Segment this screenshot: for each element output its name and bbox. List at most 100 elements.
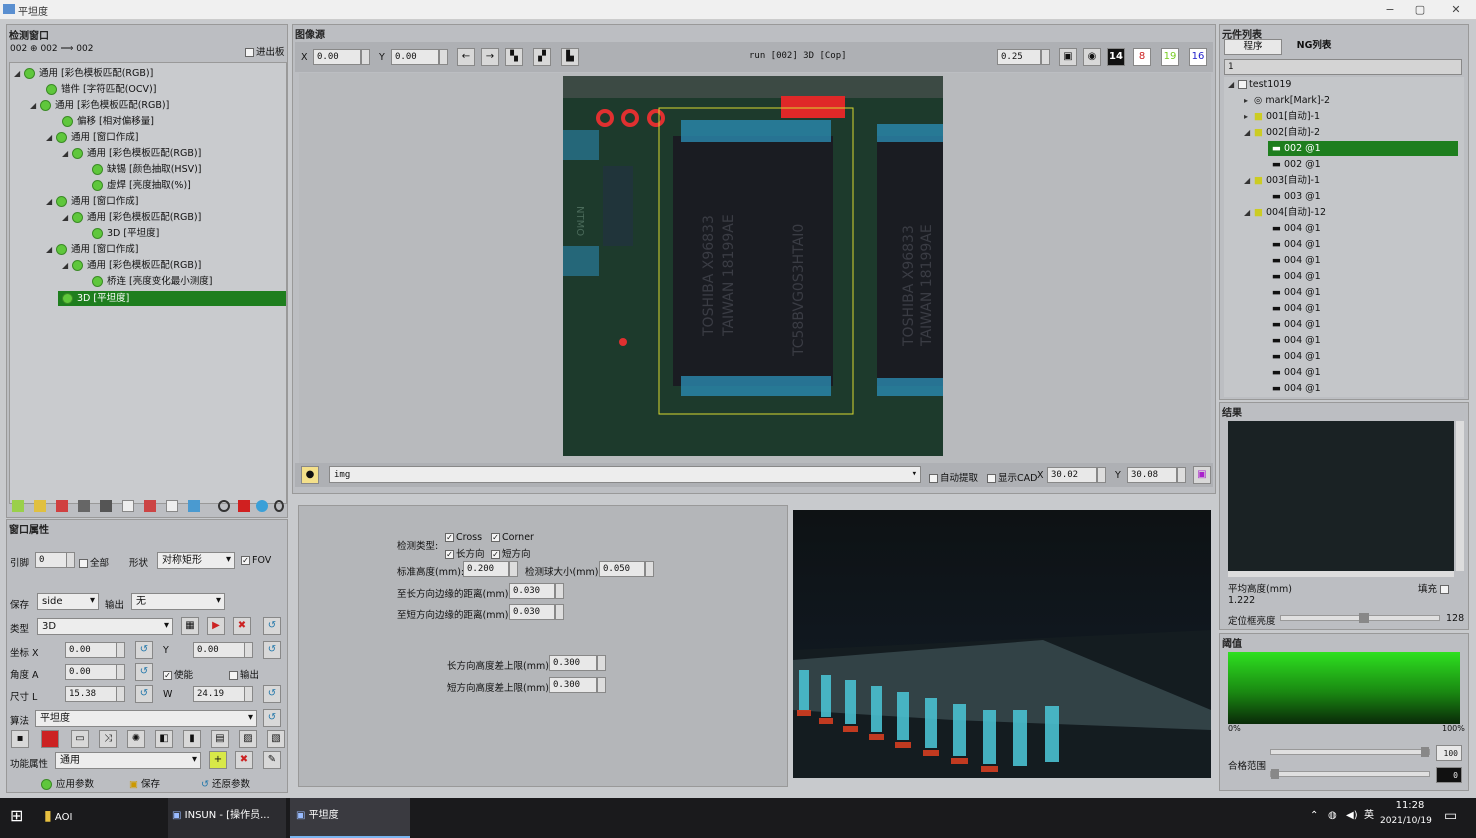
- fov-checkbox[interactable]: ✓ FOV: [241, 555, 271, 566]
- link-icon[interactable]: ↺: [263, 617, 281, 635]
- tree-node[interactable]: ◢ ■ 003[自动]-1: [1244, 173, 1320, 188]
- tree-node-selected[interactable]: ▬ 002 @1: [1268, 141, 1458, 156]
- move-left-icon[interactable]: ←: [457, 48, 475, 66]
- save-select[interactable]: side: [37, 593, 99, 610]
- tree-node[interactable]: ▬ 003 @1: [1272, 189, 1321, 204]
- fit-icon[interactable]: ▣: [1059, 48, 1077, 66]
- palette-icon[interactable]: ✺: [127, 730, 145, 748]
- tree-node[interactable]: ▬ 002 @1: [1272, 157, 1321, 172]
- height-long-field[interactable]: 0.300: [549, 655, 597, 671]
- tree-node[interactable]: ◢ 通用 [彩色模板匹配(RGB)]: [30, 98, 169, 113]
- note-icon[interactable]: ▧: [267, 730, 285, 748]
- maximize-button[interactable]: ▢: [1405, 1, 1435, 19]
- size-l-link-icon[interactable]: ↺: [135, 685, 153, 703]
- ball-size-field[interactable]: 0.050: [599, 561, 645, 577]
- brightness-slider-handle[interactable]: [1359, 613, 1369, 623]
- tree-node[interactable]: 错件 [字符匹配(OCV)]: [46, 82, 156, 97]
- tray-chevron-icon[interactable]: ⌃: [1310, 798, 1318, 838]
- tree-node[interactable]: ▬ 004 @1: [1272, 381, 1321, 396]
- copy-icon[interactable]: [122, 500, 134, 512]
- corner-checkbox[interactable]: ✓ Corner: [491, 532, 534, 543]
- film-icon[interactable]: ▮: [183, 730, 201, 748]
- stop-icon[interactable]: [238, 500, 250, 512]
- tree-node[interactable]: ▬ 004 @1: [1272, 221, 1321, 236]
- tree-node-selected[interactable]: 3D [平坦度]: [58, 291, 286, 306]
- coord-x-spinner[interactable]: [116, 642, 125, 658]
- layout-icon[interactable]: ▞: [533, 48, 551, 66]
- play-icon[interactable]: ▶: [207, 617, 225, 635]
- std-height-spinner[interactable]: [509, 561, 518, 577]
- doc-icon[interactable]: ▤: [211, 730, 229, 748]
- tree-root[interactable]: ◢ test1019: [1228, 77, 1291, 92]
- close-button[interactable]: ✕: [1441, 1, 1471, 19]
- coord-x-field[interactable]: 0.00: [65, 642, 117, 658]
- range-upper-value[interactable]: 100: [1436, 745, 1462, 761]
- corner-icon[interactable]: ▙: [561, 48, 579, 66]
- tree-node[interactable]: ◢ ■ 002[自动]-2: [1244, 125, 1320, 140]
- network-icon[interactable]: ◍: [1328, 798, 1337, 838]
- bx-field[interactable]: 30.02: [1047, 467, 1097, 483]
- y-field[interactable]: 0.00: [391, 49, 439, 65]
- windows-start-icon[interactable]: ⊞: [10, 798, 23, 838]
- tree-node[interactable]: ◢ 通用 [彩色模板匹配(RGB)]: [62, 258, 201, 273]
- tree-node[interactable]: ◢ 通用 [彩色模板匹配(RGB)]: [62, 146, 201, 161]
- tab-program[interactable]: 程序: [1224, 39, 1282, 55]
- tree-node[interactable]: ◢ 通用 [窗口作成]: [46, 194, 138, 209]
- contrast-icon[interactable]: ◧: [155, 730, 173, 748]
- distribute-icon[interactable]: [100, 500, 112, 512]
- tree-node[interactable]: ▬ 004 @1: [1272, 349, 1321, 364]
- size-w-spinner[interactable]: [244, 686, 253, 702]
- tree-node[interactable]: ◢ 通用 [彩色模板匹配(RGB)]: [62, 210, 201, 225]
- globe-icon[interactable]: [256, 500, 268, 512]
- size-w-field[interactable]: 24.19: [193, 686, 245, 702]
- image-viewport[interactable]: TOSHIBA X96833 TAIWAN 18199AE TC58BVG0S3…: [299, 73, 1211, 483]
- angle-spinner[interactable]: [116, 664, 125, 680]
- shuffle-icon[interactable]: ⤨: [99, 730, 117, 748]
- func-select[interactable]: 通用: [55, 752, 201, 769]
- tool-icon[interactable]: ▪: [11, 730, 29, 748]
- pin-field[interactable]: 0: [35, 552, 67, 568]
- cut-icon[interactable]: [144, 500, 156, 512]
- range-lower-handle[interactable]: [1271, 769, 1279, 779]
- move-right-icon[interactable]: →: [481, 48, 499, 66]
- align-icon[interactable]: [78, 500, 90, 512]
- tree-node[interactable]: ▬ 004 @1: [1272, 253, 1321, 268]
- auto-extract-checkbox[interactable]: 自动提取: [929, 470, 978, 484]
- angle-link-icon[interactable]: ↺: [135, 663, 153, 681]
- tree-node[interactable]: 3D [平坦度]: [92, 226, 159, 241]
- exit-board-checkbox[interactable]: 进出板: [245, 44, 285, 58]
- range-lower-slider[interactable]: [1270, 769, 1430, 779]
- coord-y-field[interactable]: 0.00: [193, 642, 245, 658]
- input-language[interactable]: 英: [1364, 798, 1374, 838]
- height-short-spinner[interactable]: [597, 677, 606, 693]
- x-field[interactable]: 0.00: [313, 49, 361, 65]
- output-checkbox[interactable]: 输出: [229, 667, 259, 681]
- tree-node[interactable]: 偏移 [相对偏移量]: [62, 114, 154, 129]
- angle-field[interactable]: 0.00: [65, 664, 117, 680]
- y-spinner[interactable]: [439, 49, 448, 65]
- color-red-icon[interactable]: [41, 730, 59, 748]
- all-checkbox[interactable]: 全部: [79, 555, 109, 569]
- x-spinner[interactable]: [361, 49, 370, 65]
- tree-node[interactable]: ▬ 004 @1: [1272, 301, 1321, 316]
- size-l-field[interactable]: 15.38: [65, 686, 117, 702]
- coord-y-link-icon[interactable]: ↺: [263, 641, 281, 659]
- edit-icon[interactable]: ✎: [263, 751, 281, 769]
- by-spinner[interactable]: [1177, 467, 1186, 483]
- tree-node[interactable]: ▸ ■ 001[自动]-1: [1244, 109, 1320, 124]
- algo-select[interactable]: 平坦度: [35, 710, 257, 727]
- size-l-spinner[interactable]: [116, 686, 125, 702]
- height-short-field[interactable]: 0.300: [549, 677, 597, 693]
- tree-node[interactable]: ▬ 004 @1: [1272, 269, 1321, 284]
- search-icon[interactable]: [274, 500, 284, 512]
- volume-icon[interactable]: ◀): [1346, 798, 1358, 838]
- save-button[interactable]: ▣ 保存: [129, 776, 160, 790]
- channel-19-button[interactable]: 19: [1161, 48, 1179, 66]
- shape-select[interactable]: 对称矩形: [157, 552, 235, 569]
- show-cad-checkbox[interactable]: 显示CAD: [987, 470, 1037, 484]
- coord-y-spinner[interactable]: [244, 642, 253, 658]
- pin-spinner[interactable]: [66, 552, 75, 568]
- by-field[interactable]: 30.08: [1127, 467, 1177, 483]
- tab-ng-list[interactable]: NG列表: [1284, 39, 1344, 55]
- tree-node[interactable]: ◢ ■ 004[自动]-12: [1244, 205, 1326, 220]
